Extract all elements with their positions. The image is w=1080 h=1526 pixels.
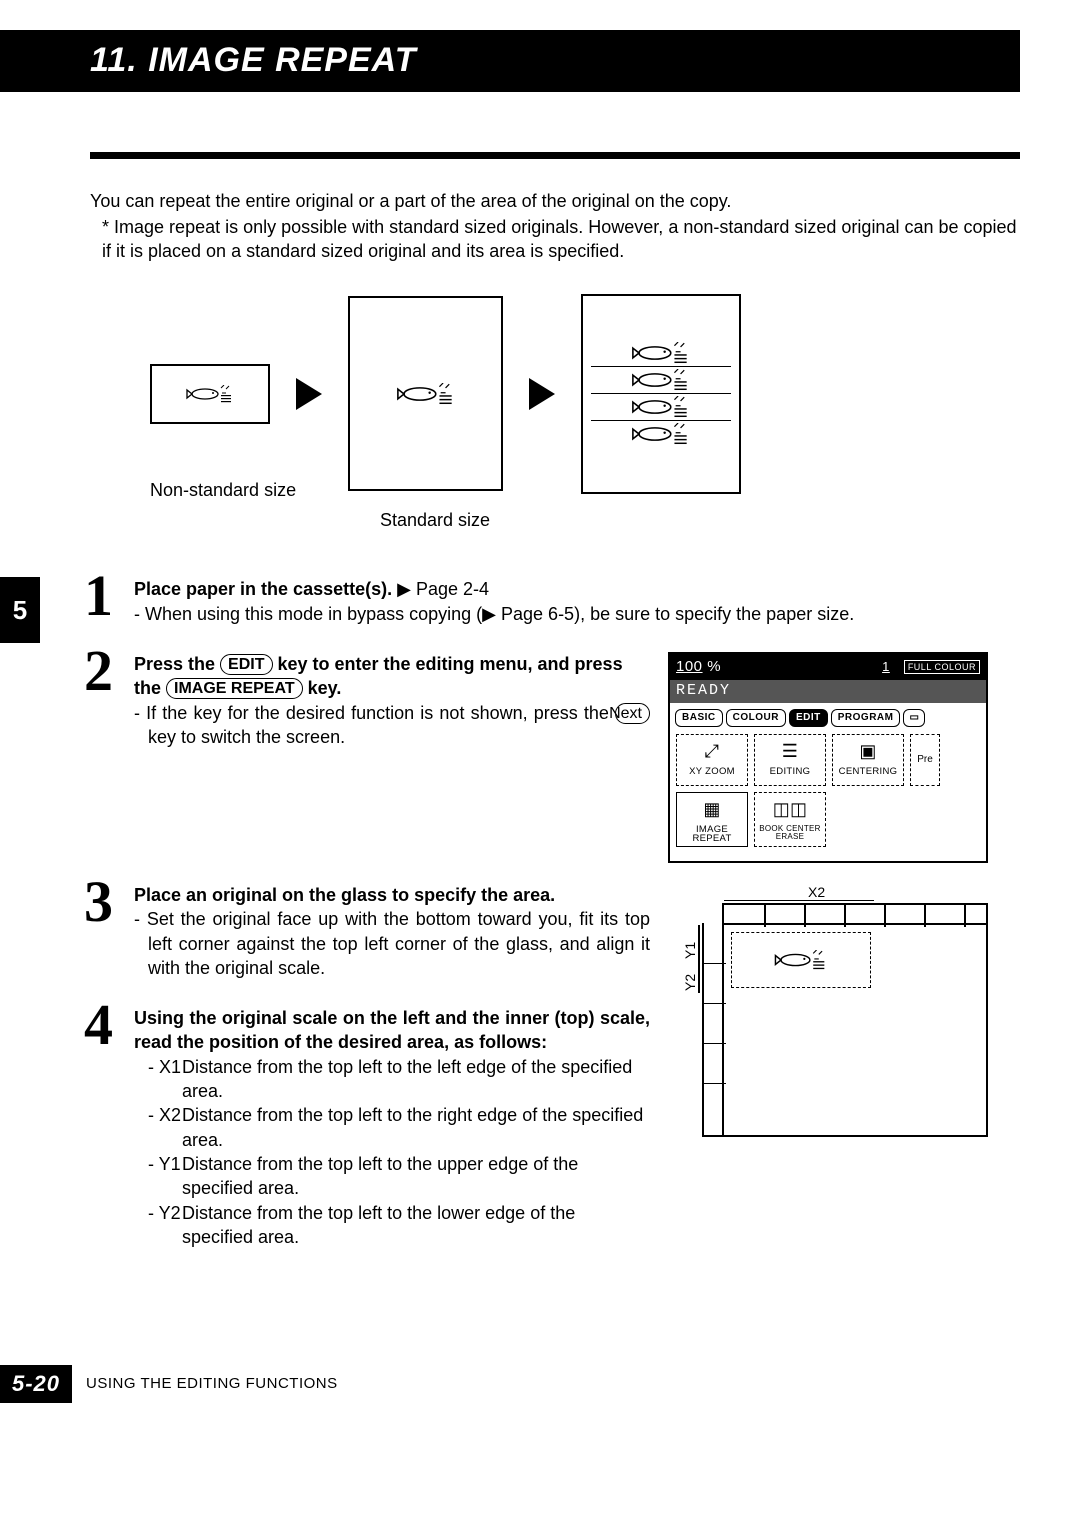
selection-area [731, 932, 871, 988]
step-2: 2 Press the EDIT key to enter the editin… [90, 652, 650, 749]
panel-tab-toolbox-icon[interactable]: ▭ [903, 709, 925, 727]
step-number: 3 [84, 873, 113, 931]
page-title: 11. IMAGE REPEAT [90, 38, 1020, 84]
glass-diagram: X2 ↤X1 Y1 Y2 [668, 883, 988, 1153]
intro-text: You can repeat the entire original or a … [90, 189, 1020, 264]
chapter-tab: 5 [0, 577, 40, 643]
step4-title: Using the original scale on the left and… [134, 1006, 650, 1055]
step1-title: Place paper in the cassette(s). [134, 579, 392, 599]
fish-icon [611, 342, 711, 364]
step3-title: Place an original on the glass to specif… [134, 883, 650, 907]
step-3: 3 Place an original on the glass to spec… [90, 883, 650, 980]
step-4: 4 Using the original scale on the left a… [90, 1006, 650, 1249]
header-rule [90, 152, 1020, 159]
arrow-right-icon [296, 378, 322, 410]
intro-note: * Image repeat is only possible with sta… [102, 215, 1020, 264]
fish-icon [611, 369, 711, 391]
page-header: 11. IMAGE REPEAT [0, 30, 1020, 92]
caption-standard: Standard size [380, 508, 1020, 532]
panel-btn-imagerepeat[interactable]: ▦IMAGE REPEAT [676, 792, 748, 847]
coord-list: - X1Distance from the top left to the le… [134, 1055, 650, 1249]
illus-nonstandard [150, 364, 270, 424]
step-number: 1 [84, 567, 113, 625]
lcd-panel-figure: 100 % 1 FULL COLOUR READY BASIC COLOUR E… [668, 652, 988, 863]
intro-line-1: You can repeat the entire original or a … [90, 189, 1020, 213]
edit-key: EDIT [220, 654, 272, 675]
page-number: 5-20 [0, 1365, 72, 1403]
panel-tab-edit[interactable]: EDIT [789, 709, 828, 727]
fish-icon [761, 950, 841, 970]
panel-btn-centering[interactable]: ▣CENTERING [832, 734, 904, 786]
footer-section: USING THE EDITING FUNCTIONS [86, 1374, 338, 1394]
panel-btn-editing[interactable]: ☰EDITING [754, 734, 826, 786]
fish-icon [175, 385, 245, 403]
panel-tab-colour[interactable]: COLOUR [726, 709, 786, 727]
panel-tab-basic[interactable]: BASIC [675, 709, 723, 727]
caption-nonstandard: Non-standard size [150, 478, 330, 502]
pointer-icon: ▶ [482, 604, 501, 624]
panel-mode: FULL COLOUR [904, 660, 980, 674]
panel-btn-pre[interactable]: Pre [910, 734, 940, 786]
panel-tab-program[interactable]: PROGRAM [831, 709, 901, 727]
illustration-row [150, 294, 1020, 494]
next-key: Next [615, 703, 650, 724]
panel-ready: READY [670, 680, 986, 703]
fish-icon [611, 396, 711, 418]
panel-btn-xyzoom[interactable]: ⤢XY ZOOM [676, 734, 748, 786]
step-1: 1 Place paper in the cassette(s). ▶ Page… [90, 577, 1020, 626]
illus-standard [348, 296, 503, 491]
image-repeat-key: IMAGE REPEAT [166, 678, 303, 699]
step1-ref: Page 2-4 [416, 579, 489, 599]
panel-btn-bookerase[interactable]: ◫◫BOOK CENTER ERASE [754, 792, 826, 847]
step-number: 4 [84, 996, 113, 1054]
fish-icon [611, 423, 711, 445]
illus-output [581, 294, 741, 494]
fish-icon [376, 383, 476, 405]
page-footer: 5-20 USING THE EDITING FUNCTIONS [0, 1365, 1020, 1403]
arrow-right-icon [529, 378, 555, 410]
panel-count: 1 [882, 658, 890, 676]
panel-zoom: 100 [676, 658, 703, 675]
step-number: 2 [84, 642, 113, 700]
pointer-icon: ▶ [397, 579, 416, 599]
